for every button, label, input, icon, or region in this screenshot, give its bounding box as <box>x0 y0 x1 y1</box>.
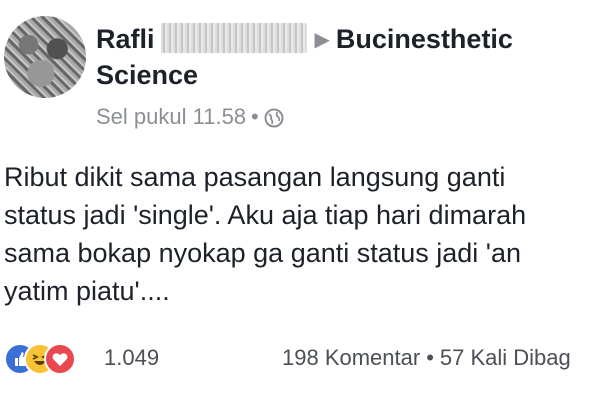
post-text-line: status jadi 'single'. Aku aja tiap hari … <box>4 200 527 230</box>
post-text-line: yatim piatu'.... <box>4 276 170 306</box>
avatar[interactable] <box>4 16 86 98</box>
post-text-line: Ribut dikit sama pasangan langsung ganti <box>4 162 506 192</box>
triangle-right-icon: ▶ <box>314 29 330 51</box>
post-timestamp[interactable]: Sel pukul 11.58 <box>96 104 246 129</box>
post-meta: Sel pukul 11.58 • <box>96 102 284 132</box>
love-icon <box>44 343 76 375</box>
post-text-line: sama bokap nyokap ga ganti status jadi '… <box>4 238 521 268</box>
page-name[interactable]: Bucinesthetic <box>336 24 513 54</box>
post-header: Rafli ▶ Bucinesthetic <box>96 22 513 59</box>
post-text: Ribut dikit sama pasangan langsung ganti… <box>4 158 600 310</box>
reaction-count[interactable]: 1.049 <box>104 344 159 372</box>
stats-separator: • <box>426 345 434 370</box>
page-name-continued[interactable]: Science <box>96 58 198 92</box>
comments-count[interactable]: 198 Komentar <box>282 345 420 370</box>
facebook-post: Rafli ▶ Bucinesthetic Science Sel pukul 11… <box>0 0 600 400</box>
post-stats: 198 Komentar • 57 Kali Dibag <box>282 344 571 372</box>
author-name[interactable]: Rafli <box>96 24 155 54</box>
meta-separator: • <box>251 104 259 129</box>
redacted-name-blur <box>160 22 307 53</box>
globe-icon[interactable] <box>264 106 284 128</box>
shares-count[interactable]: 57 Kali Dibag <box>440 345 571 370</box>
